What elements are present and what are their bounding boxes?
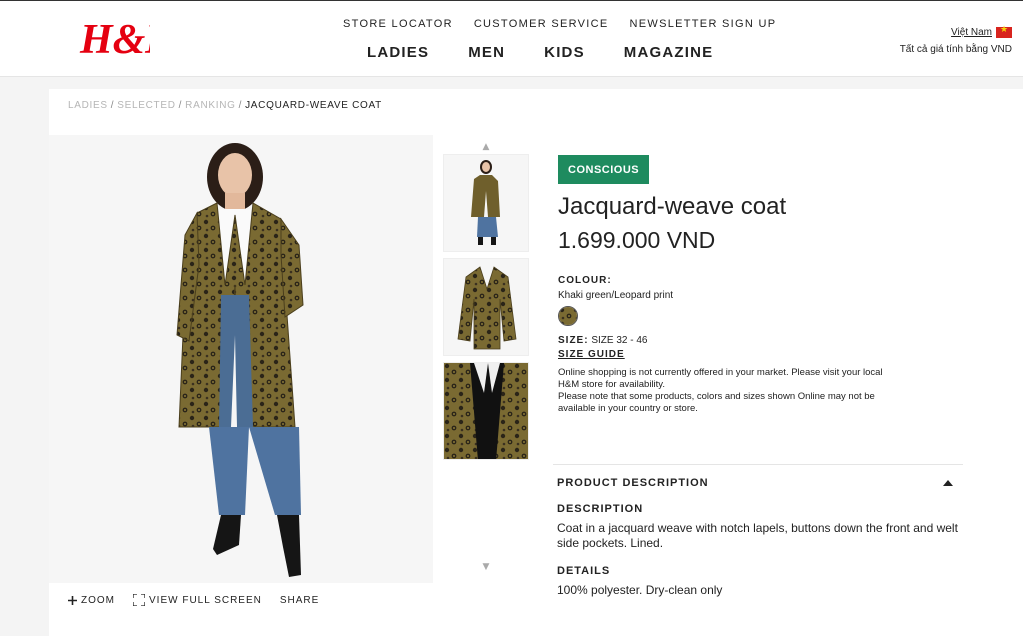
product-description-toggle[interactable]: PRODUCT DESCRIPTION xyxy=(553,465,963,489)
full-screen-button[interactable]: VIEW FULL SCREEN xyxy=(133,594,262,606)
caret-up-icon xyxy=(943,480,953,486)
nav-magazine[interactable]: MAGAZINE xyxy=(624,44,714,61)
currency-note: Tất cả giá tính bằng VND xyxy=(899,44,1012,55)
nav-men[interactable]: MEN xyxy=(468,44,505,61)
hm-logo[interactable]: H&M xyxy=(78,13,184,63)
description-text: Coat in a jacquard weave with notch lape… xyxy=(557,521,958,550)
thumbnail-strip: ▲ ▼ xyxy=(443,140,529,574)
zoom-button[interactable]: ZOOM xyxy=(68,595,115,606)
thumbnail-model[interactable] xyxy=(443,154,529,252)
size-section: SIZE: SIZE 32 - 46 SIZE GUIDE xyxy=(558,335,968,360)
colour-swatch-leopard[interactable] xyxy=(558,306,578,326)
country-selector[interactable]: Việt Nam xyxy=(951,25,1012,38)
country-name: Việt Nam xyxy=(951,27,992,38)
plus-icon xyxy=(68,595,77,605)
colour-section: COLOUR: Khaki green/Leopard print xyxy=(558,275,968,326)
full-screen-label: VIEW FULL SCREEN xyxy=(149,594,262,606)
nav-ladies[interactable]: LADIES xyxy=(367,44,429,61)
details-label: DETAILS xyxy=(557,565,611,577)
breadcrumb: LADIES / SELECTED / RANKING / JACQUARD-WEAVE C… xyxy=(68,100,382,111)
main-product-image[interactable] xyxy=(49,135,433,583)
share-label: SHARE xyxy=(279,594,320,606)
thumb-scroll-up-icon[interactable]: ▲ xyxy=(443,140,529,154)
breadcrumb-ranking[interactable]: RANKING xyxy=(185,100,235,111)
notice-line-2: Please note that some products, colors a… xyxy=(558,391,875,414)
product-description-heading: PRODUCT DESCRIPTION xyxy=(557,477,709,489)
nav-kids[interactable]: KIDS xyxy=(544,44,585,61)
customer-service-link[interactable]: CUSTOMER SERVICE xyxy=(474,18,609,30)
vietnam-flag-icon xyxy=(996,25,1012,38)
breadcrumb-separator: / xyxy=(238,100,243,111)
size-label: SIZE: xyxy=(558,335,589,346)
product-panel: LADIES / SELECTED / RANKING / JACQUARD-WEAVE C… xyxy=(49,89,1023,636)
newsletter-signup-link[interactable]: NEWSLETTER SIGN UP xyxy=(630,18,777,30)
thumb-scroll-down-icon[interactable]: ▼ xyxy=(443,560,529,574)
share-button[interactable]: SHARE xyxy=(280,595,319,606)
utility-nav: STORE LOCATOR CUSTOMER SERVICE NEWSLETTE… xyxy=(343,18,797,30)
product-description-body: DESCRIPTION Coat in a jacquard weave wit… xyxy=(553,503,963,598)
product-price: 1.699.000 VND xyxy=(558,227,716,253)
size-guide-link[interactable]: SIZE GUIDE xyxy=(558,349,625,360)
breadcrumb-current: JACQUARD-WEAVE COAT xyxy=(245,100,382,111)
size-value: SIZE 32 - 46 xyxy=(591,335,648,346)
locale-selector: Việt Nam Tất cả giá tính bằng VND xyxy=(900,22,1012,55)
breadcrumb-separator: / xyxy=(110,100,115,111)
breadcrumb-separator: / xyxy=(178,100,183,111)
breadcrumb-selected[interactable]: SELECTED xyxy=(117,100,175,111)
product-info: CONSCIOUS Jacquard-weave coat 1.699.000 … xyxy=(558,155,968,415)
colour-label: COLOUR: xyxy=(558,275,612,286)
image-toolbar: ZOOM VIEW FULL SCREEN SHARE xyxy=(68,594,337,606)
availability-notice: Online shopping is not currently offered… xyxy=(558,367,898,415)
colour-name: Khaki green/Leopard print xyxy=(558,290,674,301)
description-label: DESCRIPTION xyxy=(557,503,644,515)
conscious-badge: CONSCIOUS xyxy=(558,155,650,184)
details-text: 100% polyester. Dry-clean only xyxy=(557,583,723,597)
product-title: Jacquard-weave coat xyxy=(558,193,787,220)
fullscreen-icon xyxy=(133,594,145,606)
thumbnail-coat[interactable] xyxy=(443,258,529,356)
product-description-section: PRODUCT DESCRIPTION DESCRIPTION Coat in … xyxy=(553,464,963,598)
zoom-label: ZOOM xyxy=(81,594,115,606)
main-nav: LADIES MEN KIDS MAGAZINE xyxy=(367,44,713,61)
breadcrumb-ladies[interactable]: LADIES xyxy=(68,100,108,111)
store-locator-link[interactable]: STORE LOCATOR xyxy=(343,18,453,30)
thumbnail-detail[interactable] xyxy=(443,362,529,460)
logo-text: H&M xyxy=(79,17,150,61)
notice-line-1: Online shopping is not currently offered… xyxy=(558,367,883,390)
site-header: H&M STORE LOCATOR CUSTOMER SERVICE NEWSL… xyxy=(0,0,1023,77)
